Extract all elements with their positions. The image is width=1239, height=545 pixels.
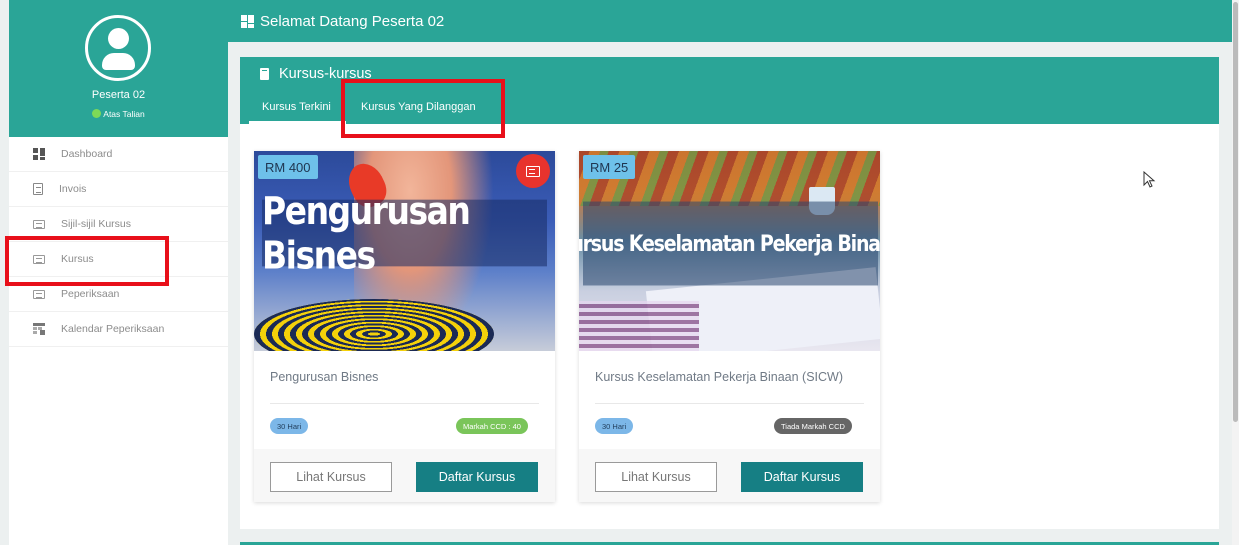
dashboard-icon: [33, 148, 45, 160]
course-image[interactable]: Pengurusan Bisnes RM 400: [254, 151, 555, 351]
highlight-box-kursus: [5, 236, 169, 286]
top-header: Selamat Datang Peserta 02: [228, 0, 1232, 42]
subscribed-badge-button[interactable]: [516, 154, 550, 188]
certificate-icon: [33, 219, 45, 229]
invoice-icon: [33, 183, 43, 195]
scrollbar-thumb[interactable]: [1233, 2, 1238, 422]
mouse-cursor-icon: [1143, 171, 1156, 188]
certificate-icon: [526, 165, 540, 177]
ccd-badge: Markah CCD : 40: [456, 418, 528, 434]
duration-badge: 30 Hari: [270, 418, 309, 434]
dashboard-icon: [241, 14, 254, 28]
course-banner-text: Kursus Keselamatan Pekerja Binaan: [579, 201, 880, 286]
highlight-box-tab: [341, 79, 505, 138]
profile-panel: Peserta 02 Atas Talian: [9, 0, 228, 137]
sidebar-item-label: Sijil-sijil Kursus: [61, 218, 132, 230]
sidebar-item-invois[interactable]: Invois: [9, 172, 228, 207]
divider: [595, 403, 864, 404]
sidebar-item-label: Dashboard: [61, 148, 113, 160]
price-tag: RM 25: [583, 155, 636, 179]
course-title[interactable]: Kursus Keselamatan Pekerja Binaan (SICW): [595, 370, 843, 384]
profile-name: Peserta 02: [91, 89, 146, 101]
sidebar-item-dashboard[interactable]: Dashboard: [9, 137, 228, 172]
course-title[interactable]: Pengurusan Bisnes: [270, 370, 378, 384]
book-icon: [260, 68, 269, 80]
duration-badge: 30 Hari: [595, 418, 634, 434]
exam-icon: [33, 289, 45, 299]
view-course-button[interactable]: Lihat Kursus: [270, 462, 392, 492]
course-banner-text: Pengurusan Bisnes: [262, 188, 547, 278]
status-label: Atas Talian: [103, 109, 145, 119]
online-status-dot-icon: [92, 109, 102, 118]
sidebar-item-kalendar[interactable]: Kalendar Peperiksaan: [9, 312, 228, 347]
tab-kursus-terkini[interactable]: Kursus Terkini: [262, 101, 331, 113]
view-course-button[interactable]: Lihat Kursus: [595, 462, 717, 492]
profile-status: Atas Talian: [9, 109, 228, 119]
sidebar-item-label: Invois: [59, 183, 87, 195]
price-tag: RM 400: [258, 155, 318, 179]
avatar-icon[interactable]: [85, 15, 151, 81]
register-course-button[interactable]: Daftar Kursus: [741, 462, 863, 492]
course-image[interactable]: Kursus Keselamatan Pekerja Binaan RM 25: [579, 151, 880, 351]
course-card: Pengurusan Bisnes RM 400 Pengurusan Bisn…: [254, 151, 555, 502]
active-tab-indicator: [249, 121, 346, 124]
course-card: Kursus Keselamatan Pekerja Binaan RM 25 …: [579, 151, 880, 502]
calendar-icon: [33, 323, 45, 335]
sidebar-item-label: Peperiksaan: [61, 288, 120, 300]
divider: [270, 403, 539, 404]
register-course-button[interactable]: Daftar Kursus: [416, 462, 538, 492]
sidebar-item-label: Kalendar Peperiksaan: [61, 323, 165, 335]
page-title: Selamat Datang Peserta 02: [260, 12, 445, 30]
ccd-badge: Tiada Markah CCD: [774, 418, 852, 434]
